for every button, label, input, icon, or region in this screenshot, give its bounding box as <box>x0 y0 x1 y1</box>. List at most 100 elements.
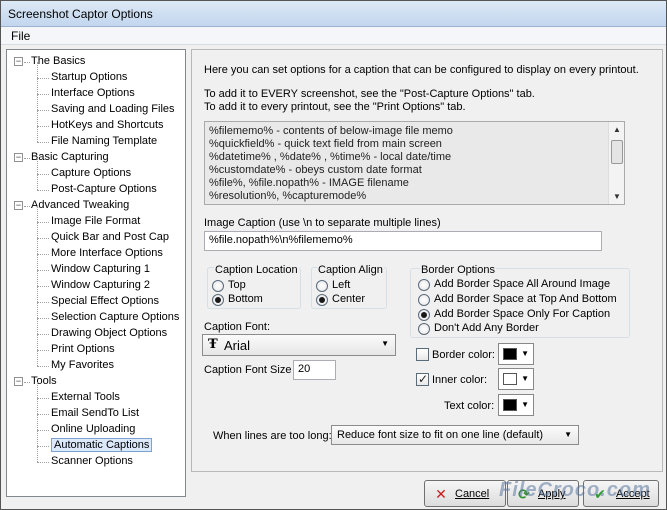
inner-color-checkbox[interactable] <box>416 372 429 386</box>
text-color-picker[interactable]: ▼ <box>498 394 534 416</box>
tree-item-label: The Basics <box>31 55 86 67</box>
tree-connector <box>37 94 38 110</box>
scroll-thumb[interactable] <box>611 140 623 164</box>
tree-connector <box>37 398 49 399</box>
tree-item[interactable]: Drawing Object Options <box>51 326 167 341</box>
tree-connector <box>37 254 38 270</box>
tree-item[interactable]: My Favorites <box>51 358 114 373</box>
tree-expander-icon[interactable]: − <box>14 57 23 66</box>
tree-connector <box>37 126 49 127</box>
tree-connector <box>37 190 49 191</box>
radio-label-top: Top <box>228 279 246 291</box>
macro-scrollbar[interactable]: ▲ ▼ <box>608 122 624 204</box>
tree-connector <box>37 94 49 95</box>
tree-connector <box>37 366 49 367</box>
tree-connector <box>37 110 38 126</box>
tree-connector <box>37 302 49 303</box>
border-color-checkbox[interactable] <box>416 348 429 361</box>
tree-category[interactable]: Basic Capturing <box>31 150 109 165</box>
tree-connector <box>24 382 30 383</box>
tree-category[interactable]: The Basics <box>31 54 85 69</box>
tree-item[interactable]: Post-Capture Options <box>51 182 157 197</box>
border-color-picker[interactable]: ▼ <box>498 343 534 365</box>
radio-label-bottom: Bottom <box>228 293 263 305</box>
window-title: Screenshot Captor Options <box>8 7 153 21</box>
macro-line: %quickfield% - quick text field from mai… <box>209 138 442 150</box>
tree-item[interactable]: Online Uploading <box>51 422 135 437</box>
radio-border-all-around[interactable] <box>418 279 430 291</box>
caption-align-title: Caption Align <box>317 264 384 276</box>
scroll-up-icon[interactable]: ▲ <box>613 125 621 134</box>
tree-connector <box>37 414 38 430</box>
tree-item[interactable]: Interface Options <box>51 86 135 101</box>
radio-align-center[interactable] <box>316 294 328 306</box>
too-long-value: Reduce font size to fit on one line (def… <box>337 429 544 441</box>
tree-item-label: Post-Capture Options <box>51 183 157 195</box>
scroll-down-icon[interactable]: ▼ <box>613 192 621 201</box>
tree-connector <box>37 334 49 335</box>
radio-border-none[interactable] <box>418 323 430 335</box>
macro-line: %datetime% , %date% , %time% - local dat… <box>209 151 452 163</box>
inner-color-swatch <box>503 373 517 385</box>
radio-label-all-around: Add Border Space All Around Image <box>434 278 611 290</box>
radio-location-bottom[interactable] <box>212 294 224 306</box>
tree-item[interactable]: Email SendTo List <box>51 406 139 421</box>
tree-connector <box>37 398 38 414</box>
truetype-font-icon: Ŧ <box>208 337 218 352</box>
tree-connector <box>37 238 38 254</box>
menu-file[interactable]: File <box>11 29 30 43</box>
tree-item[interactable]: Saving and Loading Files <box>51 102 175 117</box>
macro-list[interactable]: %filememo% - contents of below-image fil… <box>204 121 625 205</box>
macro-line: %resolution%, %capturemode% <box>209 190 367 202</box>
tree-expander-icon[interactable]: − <box>14 377 23 386</box>
tree-item[interactable]: External Tools <box>51 390 120 405</box>
tree-item-label: Print Options <box>51 343 115 355</box>
radio-align-left[interactable] <box>316 280 328 292</box>
tree-item[interactable]: Quick Bar and Post Cap <box>51 230 169 245</box>
tree-item[interactable]: Special Effect Options <box>51 294 159 309</box>
chevron-down-icon: ▼ <box>521 400 529 409</box>
tree-item[interactable]: Image File Format <box>51 214 140 229</box>
text-color-swatch <box>503 399 517 411</box>
radio-label-caption-only: Add Border Space Only For Caption <box>434 308 611 320</box>
tree-item-label: Automatic Captions <box>51 438 153 452</box>
tree-item-label: Selection Capture Options <box>51 311 180 323</box>
image-caption-input[interactable]: %file.nopath%\n%filememo% <box>204 231 602 251</box>
tree-connector <box>24 158 30 159</box>
tree-category[interactable]: Tools <box>31 374 57 389</box>
too-long-select[interactable]: Reduce font size to fit on one line (def… <box>331 425 579 445</box>
tree-expander-icon[interactable]: − <box>14 201 23 210</box>
cancel-button[interactable]: ✕ Cancel <box>424 480 506 507</box>
options-tree[interactable]: − The Basics Startup Options Interface Opti… <box>6 49 186 497</box>
tree-item-label: Window Capturing 2 <box>51 279 151 291</box>
tree-item[interactable]: Capture Options <box>51 166 131 181</box>
tree-item[interactable]: File Naming Template <box>51 134 157 149</box>
tree-item[interactable]: Selection Capture Options <box>51 310 179 325</box>
caption-font-size-label: Caption Font Size <box>204 364 292 376</box>
tree-expander-icon[interactable]: − <box>14 153 23 162</box>
tree-category[interactable]: Advanced Tweaking <box>31 198 129 213</box>
macro-line: %filememo% - contents of below-image fil… <box>209 125 453 137</box>
tree-item-label: HotKeys and Shortcuts <box>51 119 164 131</box>
tree-item-label: Startup Options <box>51 71 128 83</box>
caption-font-value: Arial <box>224 338 251 353</box>
radio-border-top-bottom[interactable] <box>418 294 430 306</box>
tree-item[interactable]: Startup Options <box>51 70 127 85</box>
radio-border-caption-only[interactable] <box>418 309 430 321</box>
tree-item[interactable]: Print Options <box>51 342 115 357</box>
tree-item[interactable]: Automatic Captions <box>51 438 153 453</box>
tree-item[interactable]: Window Capturing 1 <box>51 262 150 277</box>
tree-connector <box>37 350 38 366</box>
tree-item[interactable]: More Interface Options <box>51 246 163 261</box>
tree-item[interactable]: Scanner Options <box>51 454 133 469</box>
tree-connector <box>37 222 38 238</box>
radio-location-top[interactable] <box>212 280 224 292</box>
caption-font-select[interactable]: Ŧ Arial ▼ <box>202 334 396 356</box>
tree-item[interactable]: HotKeys and Shortcuts <box>51 118 164 133</box>
hint-print: To add it to every printout, see the "Pr… <box>204 101 466 113</box>
tree-connector <box>37 446 49 447</box>
tree-item-label: Advanced Tweaking <box>31 199 130 211</box>
inner-color-picker[interactable]: ▼ <box>498 368 534 390</box>
caption-font-size-input[interactable]: 20 <box>293 360 336 380</box>
tree-item[interactable]: Window Capturing 2 <box>51 278 150 293</box>
